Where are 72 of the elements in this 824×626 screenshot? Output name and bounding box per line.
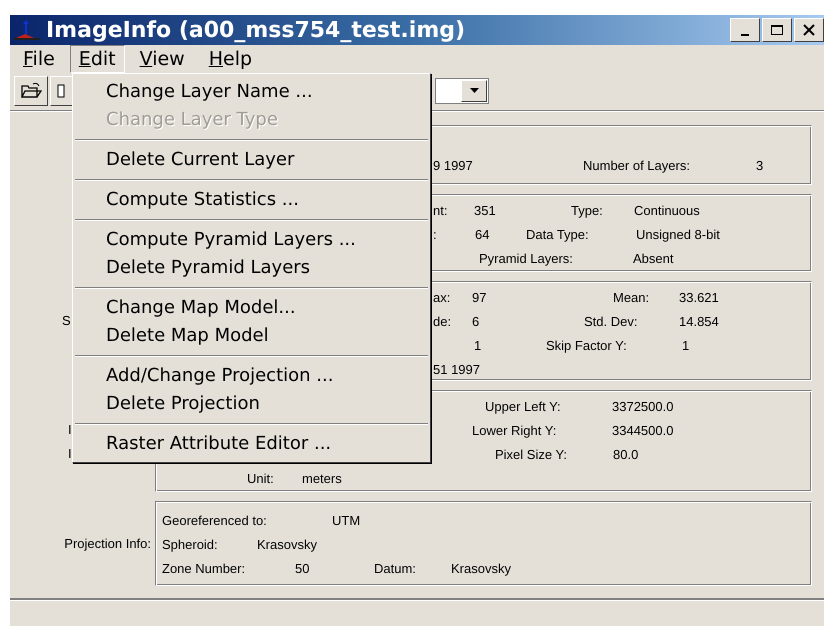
menu-bar-item[interactable]: File (14, 45, 64, 73)
info-text: Number of Layers: (583, 158, 690, 173)
info-text: 50 (295, 561, 310, 576)
info-text: de: (433, 314, 452, 329)
info-text: Data Type: (526, 227, 589, 242)
info-text: 3344500.0 (612, 423, 674, 438)
menu-item[interactable]: Delete Projection (73, 390, 430, 418)
info-text: 80.0 (613, 447, 638, 462)
info-text: Krasovsky (451, 561, 511, 576)
menu-bar-item[interactable]: View (130, 45, 194, 73)
info-text: 3 (756, 158, 764, 173)
dropdown-field[interactable] (435, 78, 489, 104)
info-text: 351 (474, 203, 496, 218)
info-text: Type: (571, 203, 603, 218)
info-text: Pyramid Layers: (479, 251, 573, 266)
info-text: 1 (682, 338, 690, 353)
info-text: Std. Dev: (584, 314, 638, 329)
close-button[interactable] (794, 18, 824, 42)
page-icon (57, 83, 67, 99)
info-text: 33.621 (679, 290, 719, 305)
info-text: 64 (475, 227, 490, 242)
menu-item[interactable]: Delete Map Model (73, 322, 430, 350)
info-text: Absent (633, 251, 674, 266)
info-text: meters (302, 471, 342, 486)
info-text: Continuous (634, 203, 700, 218)
field-label: S (62, 313, 71, 328)
menu-item[interactable]: Raster Attribute Editor ... (73, 430, 430, 458)
info-text: Unit: (247, 471, 274, 486)
info-text: Lower Right Y: (472, 423, 556, 438)
maximize-icon (770, 24, 784, 36)
info-text: 9 1997 (433, 158, 473, 173)
info-text: UTM (332, 513, 360, 528)
info-text: Datum: (374, 561, 416, 576)
minimize-icon (741, 34, 749, 36)
dropdown-arrow-icon (470, 88, 478, 94)
menu-item[interactable]: Compute Pyramid Layers ... (73, 226, 430, 254)
info-text: 3372500.0 (612, 399, 674, 414)
info-text: Krasovsky (257, 537, 317, 552)
info-text: 14.854 (679, 314, 719, 329)
info-text: ax: (433, 290, 450, 305)
folder-icon (20, 82, 42, 100)
info-text: Georeferenced to: (162, 513, 267, 528)
info-text: Mean: (613, 290, 650, 305)
field-label: I (68, 422, 72, 437)
info-text: nt: (433, 203, 448, 218)
menu-item[interactable]: Delete Pyramid Layers (73, 254, 430, 282)
info-text: 51 1997 (433, 362, 480, 377)
menu-item[interactable]: Add/Change Projection ... (73, 362, 430, 390)
info-text: Pixel Size Y: (495, 447, 568, 462)
menu-item[interactable]: Compute Statistics ... (73, 186, 430, 214)
info-text: 97 (472, 290, 486, 305)
menu-item[interactable]: Delete Current Layer (73, 146, 430, 174)
menu-bar-item[interactable]: Help (200, 45, 262, 73)
maximize-button[interactable] (762, 18, 792, 42)
menu-item[interactable]: Change Map Model... (73, 294, 430, 322)
info-text: Unsigned 8-bit (636, 227, 720, 242)
field-label: Projection Info: (64, 536, 151, 551)
field-label: I (68, 446, 72, 461)
info-text: 1 (474, 338, 482, 353)
info-text: Upper Left Y: (485, 399, 561, 414)
info-text: 6 (472, 314, 480, 329)
minimize-button[interactable] (730, 18, 760, 42)
app-logo-icon (12, 18, 42, 42)
close-icon (802, 24, 816, 36)
menu-bar-item[interactable]: Edit (70, 45, 125, 73)
info-text: : (433, 227, 437, 242)
window-title: ImageInfo (a00_mss754_test.img) (46, 18, 466, 42)
info-text: Skip Factor Y: (546, 338, 627, 353)
menu-item[interactable]: Change Layer Name ... (73, 78, 430, 106)
open-folder-button[interactable] (14, 76, 48, 106)
info-text: Spheroid: (162, 537, 218, 552)
info-text: Zone Number: (162, 561, 246, 576)
